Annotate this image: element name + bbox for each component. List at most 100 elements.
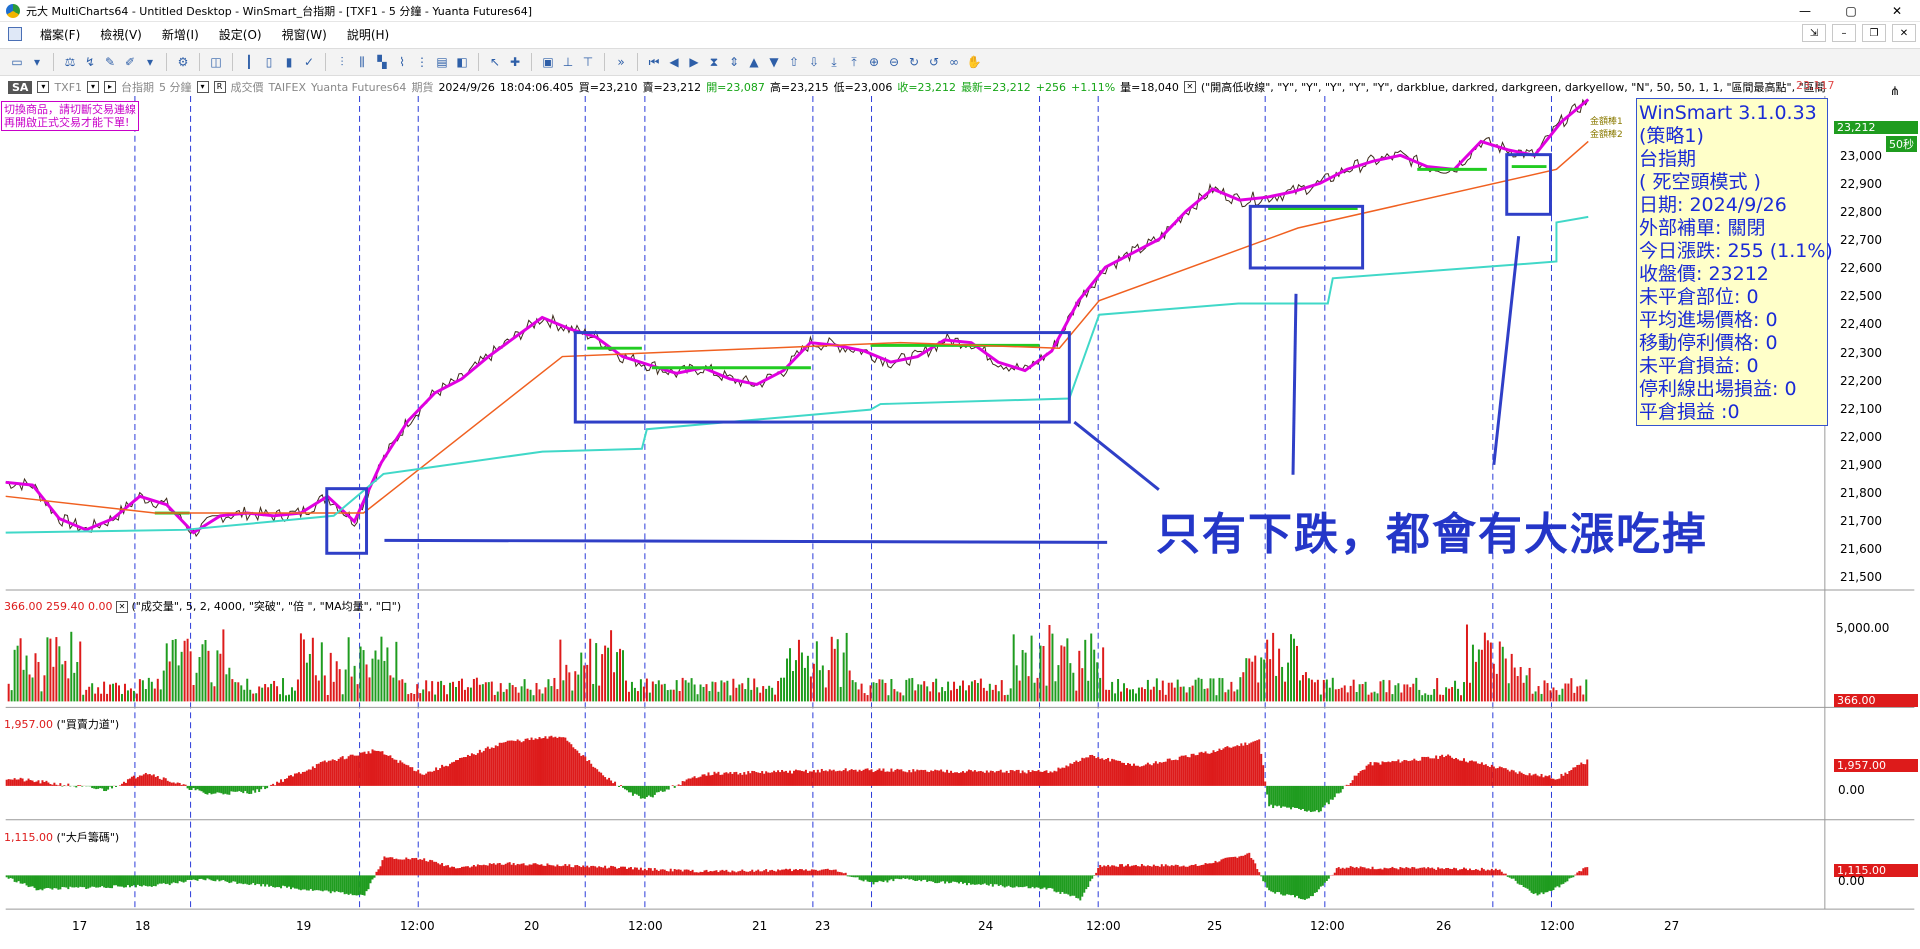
whale-bar	[315, 875, 318, 891]
kagi-icon[interactable]: ⌇	[393, 53, 411, 71]
power-bar	[862, 769, 865, 786]
mdi-restore-icon[interactable]: ❐	[1862, 24, 1886, 42]
refresh-icon[interactable]: ↻	[905, 53, 923, 71]
time-tick-label: 12:00	[628, 919, 663, 933]
power-bar	[431, 771, 434, 786]
dropdown-icon[interactable]: ▾	[141, 53, 159, 71]
volume-icon[interactable]: ⫼	[353, 53, 371, 71]
hourglass-icon[interactable]: ⧗	[705, 53, 723, 71]
whale-bar	[667, 871, 670, 876]
mdi-close-icon[interactable]: ✕	[1892, 24, 1916, 42]
whale-bar	[717, 872, 720, 876]
volume-bar	[1585, 679, 1588, 702]
ohlc-icon[interactable]: ⫶	[333, 53, 351, 71]
whale-bar	[323, 875, 326, 891]
whale-bar	[624, 866, 626, 876]
candle-icon[interactable]: ▯	[260, 53, 278, 71]
hline-icon[interactable]: ⊥	[559, 53, 577, 71]
arrows-icon[interactable]: ⇕	[725, 53, 743, 71]
buy-icon[interactable]: ⇧	[785, 53, 803, 71]
menu-settings[interactable]: 設定(O)	[209, 26, 272, 43]
exit-icon[interactable]: ⤓	[825, 53, 843, 71]
mdi-minimize-icon[interactable]: –	[1832, 24, 1856, 42]
whale-bar	[1182, 865, 1185, 876]
signal-icon[interactable]: ↯	[81, 53, 99, 71]
document-icon[interactable]	[8, 27, 22, 41]
bar-chart-icon[interactable]: ┃	[240, 53, 258, 71]
power-bar	[1391, 760, 1394, 786]
rotate-icon[interactable]: ↺	[925, 53, 943, 71]
cursor-icon[interactable]: ↖	[486, 53, 504, 71]
close-icon[interactable]: ✕	[1874, 0, 1920, 22]
whale-bar	[578, 866, 581, 876]
next-icon[interactable]: ▶	[685, 53, 703, 71]
whale-bar	[892, 875, 895, 882]
menu-window[interactable]: 視窗(W)	[272, 26, 337, 43]
menu-file[interactable]: 檔案(F)	[30, 26, 90, 43]
chevron-down-icon[interactable]: ▸	[104, 81, 117, 93]
whale-bar	[1530, 875, 1533, 893]
indicator-icon[interactable]: ⚖	[61, 53, 79, 71]
chevron-down-icon[interactable]: ▾	[87, 81, 100, 93]
whale-bar	[284, 875, 287, 887]
vline-icon[interactable]: ⊤	[579, 53, 597, 71]
menu-help[interactable]: 說明(H)	[337, 26, 399, 43]
close-indicator-icon[interactable]: ✕	[116, 601, 128, 613]
down-arrow-icon[interactable]: ▼	[765, 53, 783, 71]
binoculars-icon[interactable]: ∞	[945, 53, 963, 71]
pf-icon[interactable]: ⋮	[413, 53, 431, 71]
restore-down-icon[interactable]: ⇲	[1802, 24, 1826, 42]
whale-bar	[757, 869, 760, 876]
whale-bar	[1248, 852, 1251, 876]
chat-icon[interactable]: ▭	[8, 53, 26, 71]
more-icon[interactable]: »	[612, 53, 630, 71]
volume-bar	[1206, 688, 1209, 702]
chevron-down-icon[interactable]: ▾	[196, 81, 209, 93]
power-bar	[31, 780, 34, 786]
hand-icon[interactable]: ✋	[965, 53, 983, 71]
power-bar	[445, 765, 448, 786]
whale-bar	[1244, 854, 1247, 876]
power-bar	[270, 784, 273, 786]
whale-bar	[174, 875, 177, 884]
dropdown-icon[interactable]: ▾	[28, 53, 46, 71]
line-chart-icon[interactable]: ✓	[300, 53, 318, 71]
zoom-out-icon[interactable]: ⊖	[885, 53, 903, 71]
whale-bar	[484, 865, 487, 876]
volume-bar	[896, 691, 899, 702]
prev-icon[interactable]: ◀	[665, 53, 683, 71]
range-icon[interactable]: ▤	[433, 53, 451, 71]
strategy-icon[interactable]: ⚙	[174, 53, 192, 71]
power-bar	[1490, 764, 1493, 786]
power-bar	[1049, 771, 1052, 786]
chevron-down-icon[interactable]: ▾	[37, 81, 50, 93]
window-icon[interactable]: ◫	[207, 53, 225, 71]
power-bar	[783, 771, 786, 786]
drawing-icon[interactable]: ✎	[101, 53, 119, 71]
menu-view[interactable]: 檢視(V)	[90, 26, 152, 43]
stop-icon[interactable]: ⤒	[845, 53, 863, 71]
whale-bar	[977, 875, 980, 885]
minimize-icon[interactable]: —	[1782, 0, 1828, 22]
whale-bar	[822, 869, 825, 876]
power-bar	[105, 785, 108, 792]
zoom-in-icon[interactable]: ⊕	[865, 53, 883, 71]
crosshair-icon[interactable]: ✚	[506, 53, 524, 71]
pen-icon[interactable]: ✐	[121, 53, 139, 71]
time-tick-label: 12:00	[1540, 919, 1575, 933]
power-bar	[733, 772, 736, 786]
renko-icon[interactable]: ▚	[373, 53, 391, 71]
comment-icon[interactable]: ▣	[539, 53, 557, 71]
up-arrow-icon[interactable]: ▲	[745, 53, 763, 71]
whale-bar	[1258, 872, 1261, 876]
r-box-icon[interactable]: R	[213, 81, 226, 93]
maximize-icon[interactable]: ▢	[1828, 0, 1874, 22]
sa-badge[interactable]: SA	[8, 80, 33, 94]
menu-insert[interactable]: 新增(I)	[152, 26, 209, 43]
sell-icon[interactable]: ⇩	[805, 53, 823, 71]
power-bar	[840, 771, 843, 786]
candle-hollow-icon[interactable]: ▮	[280, 53, 298, 71]
close-indicator-icon[interactable]: ✕	[1183, 81, 1196, 93]
first-icon[interactable]: ⏮	[645, 53, 663, 71]
point-icon[interactable]: ◧	[453, 53, 471, 71]
